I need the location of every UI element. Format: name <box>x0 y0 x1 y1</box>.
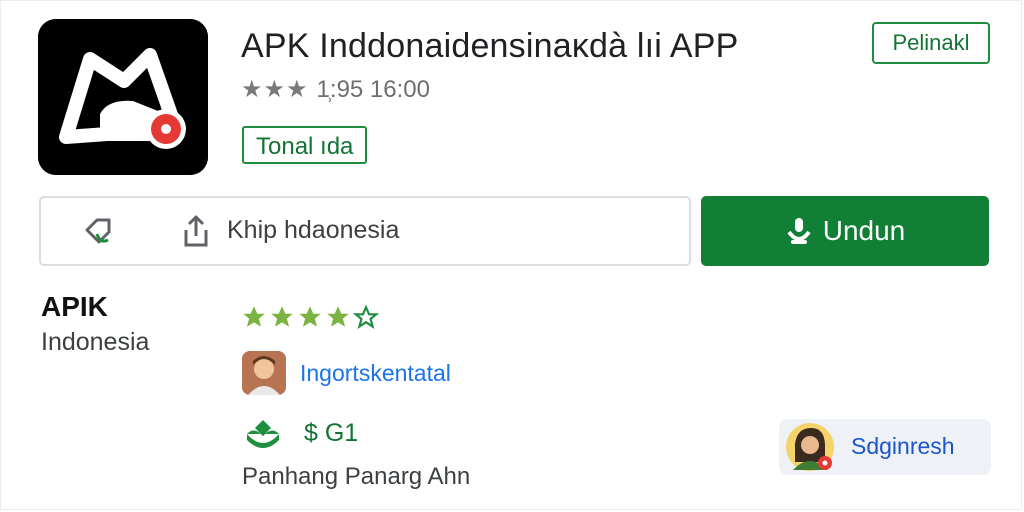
rating-stars-icon: ★★★ <box>241 76 309 103</box>
sprout-icon <box>247 420 279 448</box>
star-outline-icon <box>353 304 379 330</box>
download-icon <box>787 218 811 244</box>
developer-name[interactable]: APIK <box>41 291 108 323</box>
category-badge[interactable]: Tonal ıda <box>242 126 368 164</box>
avatar <box>242 351 286 395</box>
footer-caption: Panhang Panarg Ahn <box>242 463 471 490</box>
download-label: Undun <box>822 215 906 246</box>
status-badge[interactable]: Pelinakl <box>872 22 990 64</box>
developer-country: Indonesia <box>41 328 150 356</box>
app-detail-page: APK Inddonaidensinaκdà lıi APP ★★★ 1̹:95… <box>0 0 1022 510</box>
price-row: $ G1 <box>244 416 358 450</box>
reviewer-row[interactable]: Ingortskentatal <box>242 351 451 395</box>
star-icon <box>271 306 293 327</box>
share-bar: Khip hdaonesia <box>39 196 691 266</box>
profile-label: Sdginresh <box>851 433 955 459</box>
price-value: $ G1 <box>304 418 359 447</box>
app-title: APK Inddonaidensinaκdà lıi APP <box>241 27 739 65</box>
app-logo-icon <box>38 19 208 175</box>
download-button[interactable]: Undun <box>701 196 989 266</box>
review-stars <box>241 304 379 330</box>
star-icon <box>299 306 321 327</box>
rating-value: 1̹:95 16:00 <box>316 75 430 103</box>
star-icon <box>327 306 349 327</box>
avatar <box>786 423 834 471</box>
reviewer-name[interactable]: Ingortskentatal <box>300 360 451 387</box>
wishlist-icon[interactable] <box>81 214 117 250</box>
star-icon <box>243 306 265 327</box>
profile-chip[interactable]: Sdginresh <box>779 419 991 475</box>
share-label[interactable]: Khip hdaonesia <box>227 216 399 245</box>
rating-row: ★★★ 1̹:95 16:00 <box>241 75 430 104</box>
share-icon[interactable] <box>181 214 211 248</box>
